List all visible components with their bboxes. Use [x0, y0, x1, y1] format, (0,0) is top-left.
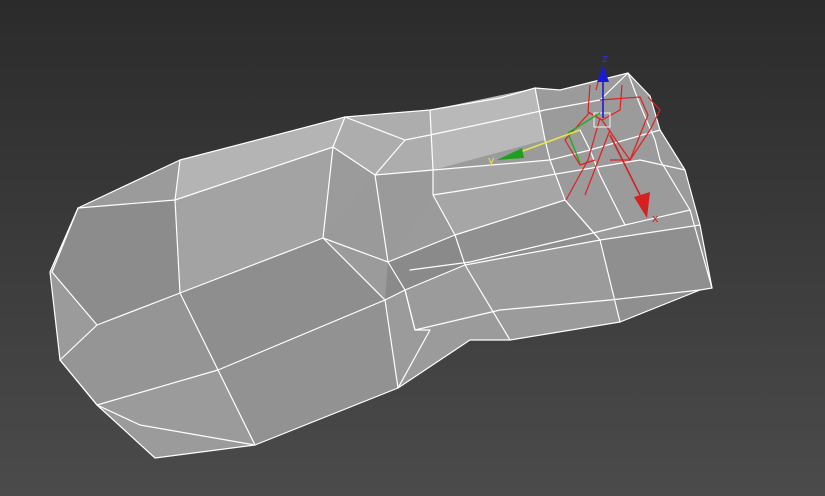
- gizmo-x-label: x: [652, 212, 659, 225]
- gizmo-z-label: z: [602, 52, 608, 65]
- 3d-viewport[interactable]: z y x: [0, 0, 825, 496]
- gizmo-y-label: y: [488, 154, 495, 167]
